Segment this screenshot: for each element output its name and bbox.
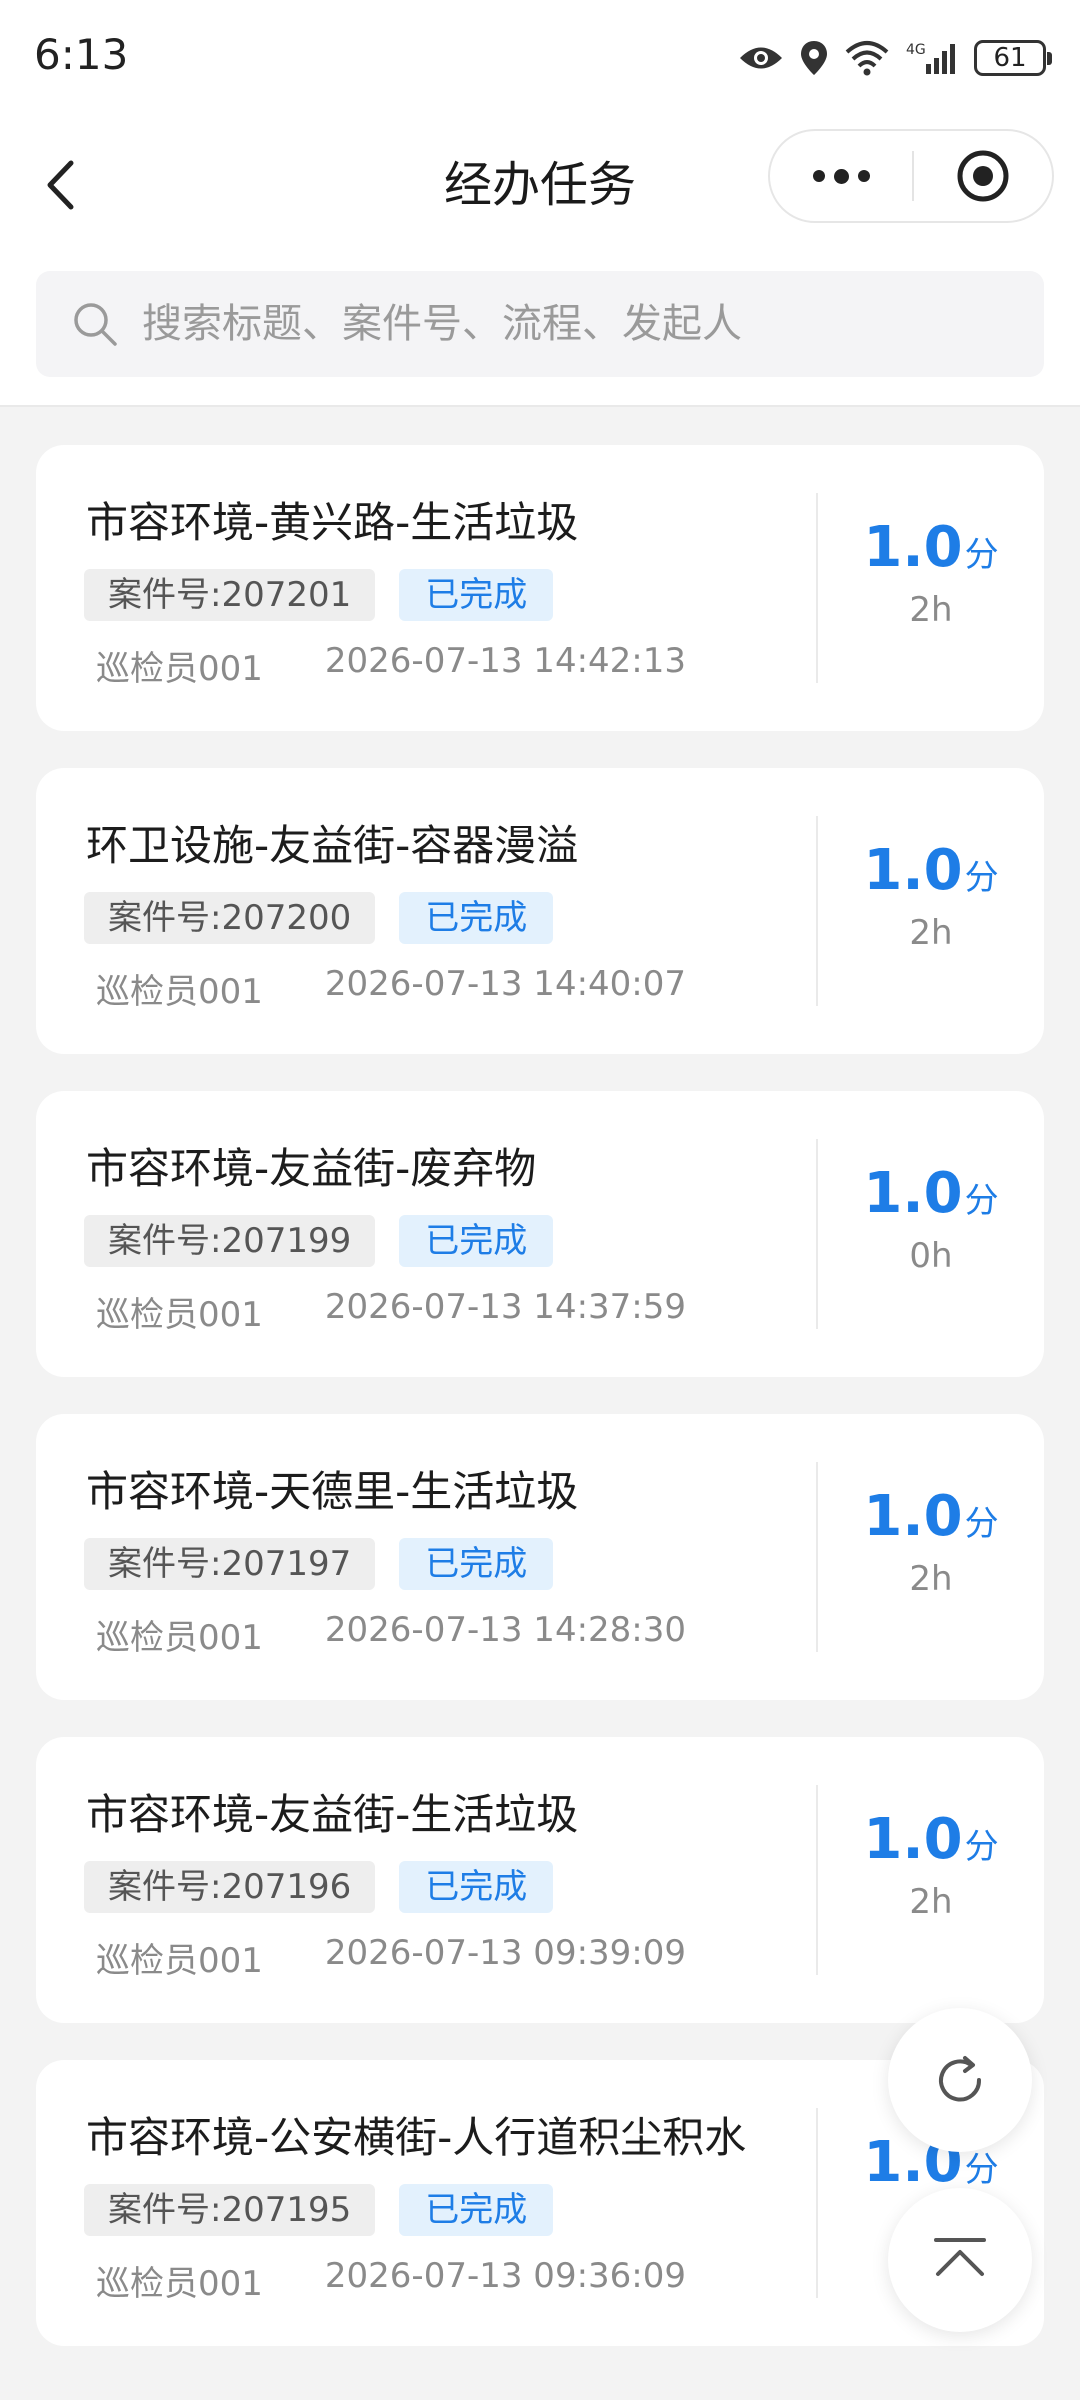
task-score: 1.0分 2h [818, 838, 1044, 953]
task-duration: 2h [909, 913, 953, 953]
score-value: 1.0 [863, 1161, 963, 1226]
eye-icon [740, 47, 782, 69]
task-tags: 案件号:207196 已完成 [84, 1861, 554, 1913]
task-title: 市容环境-公安横街-人行道积尘积水 [86, 2113, 747, 2162]
inspector-name: 巡检员001 [96, 1618, 263, 1658]
task-meta: 巡检员001 2026-07-13 14:42:13 [96, 641, 686, 690]
search-bar [0, 255, 1080, 407]
task-card[interactable]: 市容环境-黄兴路-生活垃圾 案件号:207201 已完成 巡检员001 2026… [36, 445, 1044, 731]
task-score: 1.0分 2h [818, 1807, 1044, 1922]
status-time: 6:13 [34, 30, 129, 79]
task-tags: 案件号:207200 已完成 [84, 892, 554, 944]
inspector-name: 巡检员001 [96, 1941, 263, 1981]
back-to-top-icon [934, 2238, 986, 2276]
cellular-signal-icon: 4G [906, 42, 955, 74]
task-title: 环卫设施-友益街-容器漫溢 [86, 821, 579, 870]
task-title: 市容环境-友益街-废弃物 [86, 1144, 537, 1193]
task-duration: 2h [909, 1559, 953, 1599]
task-duration: 2h [909, 590, 953, 630]
back-to-top-button[interactable] [888, 2188, 1032, 2332]
score-unit: 分 [964, 1181, 999, 1221]
status-badge: 已完成 [399, 1215, 554, 1267]
wifi-icon [845, 41, 889, 76]
task-title: 市容环境-黄兴路-生活垃圾 [86, 498, 579, 547]
task-card[interactable]: 市容环境-友益街-废弃物 案件号:207199 已完成 巡检员001 2026-… [36, 1091, 1044, 1377]
network-label: 4G [906, 42, 926, 58]
search-input[interactable] [140, 300, 1044, 348]
score-unit: 分 [964, 535, 999, 575]
case-number-tag: 案件号:207197 [84, 1538, 376, 1590]
status-badge: 已完成 [399, 1538, 554, 1590]
task-card[interactable]: 市容环境-天德里-生活垃圾 案件号:207197 已完成 巡检员001 2026… [36, 1414, 1044, 1700]
nav-header: 经办任务 [0, 115, 1080, 255]
task-time: 2026-07-13 14:42:13 [324, 641, 687, 681]
score-unit: 分 [964, 858, 999, 898]
score-value: 1.0 [863, 515, 963, 580]
score-value: 1.0 [863, 1807, 963, 1872]
score-value: 1.0 [863, 838, 963, 903]
task-score: 1.0分 0h [818, 1161, 1044, 1276]
inspector-name: 巡检员001 [96, 972, 263, 1012]
task-title: 市容环境-友益街-生活垃圾 [86, 1790, 579, 1839]
close-button[interactable] [914, 131, 1052, 221]
task-time: 2026-07-13 14:40:07 [324, 964, 687, 1004]
status-bar: 6:13 4G 61 [0, 0, 1080, 115]
task-duration: 0h [909, 1236, 953, 1276]
target-close-icon [957, 150, 1009, 202]
score-unit: 分 [964, 1504, 999, 1544]
task-time: 2026-07-13 09:36:09 [324, 2256, 687, 2296]
task-duration: 2h [909, 1882, 953, 1922]
task-tags: 案件号:207199 已完成 [84, 1215, 554, 1267]
status-badge: 已完成 [399, 1861, 554, 1913]
task-meta: 巡检员001 2026-07-13 14:37:59 [96, 1287, 686, 1336]
task-card[interactable]: 市容环境-友益街-生活垃圾 案件号:207196 已完成 巡检员001 2026… [36, 1737, 1044, 2023]
task-meta: 巡检员001 2026-07-13 09:36:09 [96, 2256, 686, 2305]
inspector-name: 巡检员001 [96, 2264, 263, 2304]
battery-icon: 61 [974, 40, 1052, 76]
task-meta: 巡检员001 2026-07-13 14:28:30 [96, 1610, 686, 1659]
task-tags: 案件号:207195 已完成 [84, 2184, 554, 2236]
location-icon [801, 41, 827, 75]
search-icon [72, 301, 118, 347]
status-badge: 已完成 [399, 892, 554, 944]
task-score: 1.0分 2h [818, 515, 1044, 630]
case-number-tag: 案件号:207201 [84, 569, 376, 621]
score-unit: 分 [964, 2150, 999, 2190]
case-number-tag: 案件号:207195 [84, 2184, 376, 2236]
task-title: 市容环境-天德里-生活垃圾 [86, 1467, 579, 1516]
case-number-tag: 案件号:207196 [84, 1861, 376, 1913]
status-badge: 已完成 [399, 569, 554, 621]
case-number-tag: 案件号:207199 [84, 1215, 376, 1267]
score-unit: 分 [964, 1827, 999, 1867]
inspector-name: 巡检员001 [96, 649, 263, 689]
task-meta: 巡检员001 2026-07-13 14:40:07 [96, 964, 686, 1013]
task-time: 2026-07-13 14:28:30 [324, 1610, 687, 1650]
task-time: 2026-07-13 14:37:59 [324, 1287, 687, 1327]
case-number-tag: 案件号:207200 [84, 892, 376, 944]
task-time: 2026-07-13 09:39:09 [324, 1933, 687, 1973]
score-value: 1.0 [863, 1484, 963, 1549]
search-box[interactable] [36, 271, 1044, 377]
task-meta: 巡检员001 2026-07-13 09:39:09 [96, 1933, 686, 1982]
refresh-button[interactable] [888, 2008, 1032, 2152]
task-tags: 案件号:207197 已完成 [84, 1538, 554, 1590]
refresh-icon [939, 2056, 982, 2102]
more-button[interactable] [770, 131, 912, 221]
mini-program-capsule [768, 129, 1054, 223]
inspector-name: 巡检员001 [96, 1295, 263, 1335]
task-score: 1.0分 2h [818, 1484, 1044, 1599]
battery-level: 61 [993, 43, 1027, 73]
task-card[interactable]: 环卫设施-友益街-容器漫溢 案件号:207200 已完成 巡检员001 2026… [36, 768, 1044, 1054]
more-dots-icon [812, 170, 825, 182]
task-tags: 案件号:207201 已完成 [84, 569, 554, 621]
status-badge: 已完成 [399, 2184, 554, 2236]
status-icons: 4G 61 [738, 30, 1052, 86]
